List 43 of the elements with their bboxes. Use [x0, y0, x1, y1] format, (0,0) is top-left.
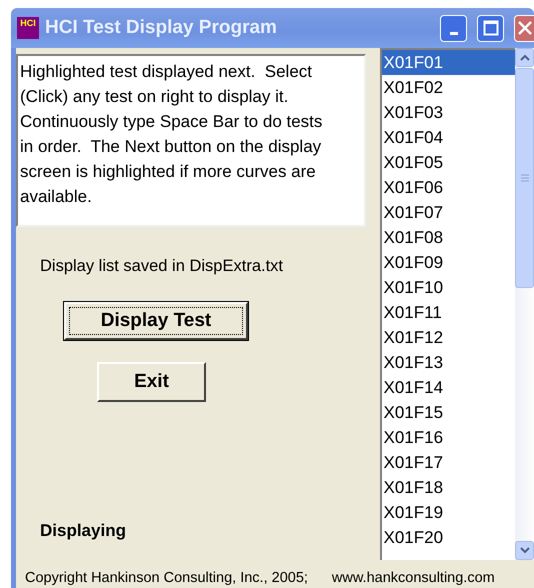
test-item[interactable]: X01F06 [382, 175, 516, 200]
test-item[interactable]: X01F11 [382, 300, 516, 325]
maximize-button[interactable] [477, 14, 504, 42]
test-item[interactable]: X01F04 [382, 125, 516, 150]
test-item[interactable]: X01F13 [382, 350, 516, 375]
scroll-down-button[interactable] [515, 541, 534, 560]
minimize-button[interactable] [440, 14, 467, 42]
test-item[interactable]: X01F15 [382, 400, 516, 425]
status-text: Displaying [40, 521, 127, 541]
scrollbar[interactable] [515, 48, 534, 560]
test-item[interactable]: X01F19 [382, 500, 516, 525]
test-item[interactable]: X01F10 [382, 275, 516, 300]
minimize-icon [450, 32, 458, 34]
exit-button[interactable]: Exit [97, 362, 206, 402]
copyright-text: Copyright Hankinson Consulting, Inc., 2005; [25, 570, 308, 586]
test-item[interactable]: X01F01 [382, 50, 516, 75]
saved-message: Display list saved in DispExtra.txt [40, 257, 284, 276]
test-item[interactable]: X01F09 [382, 250, 516, 275]
website-text: www.hankconsulting.com [332, 570, 495, 586]
scroll-thumb[interactable] [515, 68, 534, 288]
test-item[interactable]: X01F14 [382, 375, 516, 400]
test-item[interactable]: X01F08 [382, 225, 516, 250]
test-item[interactable]: X01F20 [382, 525, 516, 550]
grip-icon [520, 174, 529, 182]
maximize-icon [482, 20, 498, 36]
caret-down-icon [520, 547, 530, 554]
test-list[interactable]: X01F01 X01F02 X01F03 X01F04 X01F05 X01F06 X01F07 X01F08 X01F09 X01F10 X01F11 X01F12 X01F13 X01F14 X01F15 X01F16 X01F17 X01F18 X01F19 X01F20 [380, 48, 516, 560]
display-test-button[interactable]: Display Test [64, 302, 248, 340]
test-item[interactable]: X01F17 [382, 450, 516, 475]
test-item[interactable]: X01F05 [382, 150, 516, 175]
test-item[interactable]: X01F16 [382, 425, 516, 450]
window-title: HCI Test Display Program [45, 17, 278, 39]
test-item[interactable]: X01F07 [382, 200, 516, 225]
instructions-text: Highlighted test displayed next. Select (Click) any test on right to display it. Continuously type Space Bar to do tests in order. The Next button on the display screen is highlighted if more curves are available. [16, 54, 366, 227]
app-icon: HCI [17, 17, 39, 39]
test-item[interactable]: X01F12 [382, 325, 516, 350]
close-icon [516, 20, 532, 36]
scroll-up-button[interactable] [515, 48, 534, 67]
caret-up-icon [520, 54, 530, 61]
test-item[interactable]: X01F03 [382, 100, 516, 125]
test-item[interactable]: X01F18 [382, 475, 516, 500]
close-button[interactable] [514, 14, 534, 42]
test-item[interactable]: X01F02 [382, 75, 516, 100]
